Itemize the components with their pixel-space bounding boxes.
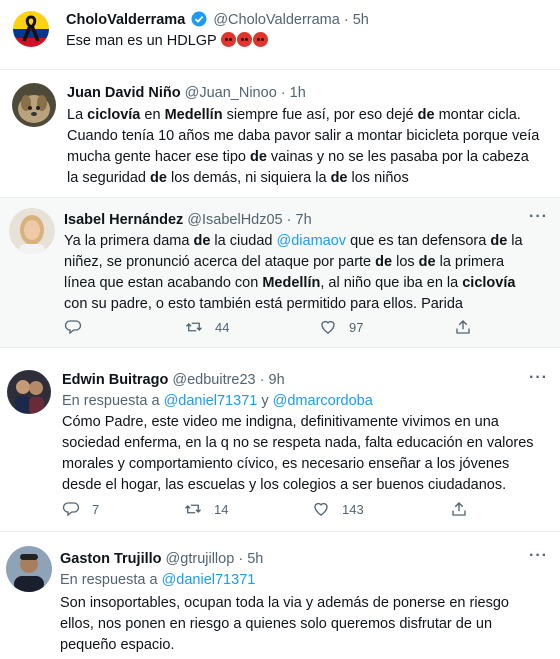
text-segment: con su padre, o esto también está permit…	[64, 296, 463, 312]
text-segment: los demás, ni siquiera la	[166, 170, 331, 186]
highlighted-keyword: de	[375, 254, 393, 270]
retweet-button[interactable]: 44	[185, 318, 229, 336]
text-segment: los niños	[347, 170, 409, 186]
highlighted-keyword: de	[417, 107, 435, 123]
text-segment: Ya la primera dama	[64, 233, 194, 249]
author-handle[interactable]: @IsabelHdz05	[187, 212, 282, 228]
timestamp[interactable]: 1h	[290, 85, 306, 101]
like-button[interactable]: 97	[319, 318, 363, 336]
mention-link[interactable]: @dmarcordoba	[273, 393, 373, 409]
tweet-cholovalderrama[interactable]: CholoValderrama @CholoValderrama · 5h Es…	[0, 0, 560, 70]
highlighted-keyword: ciclovía	[462, 275, 516, 291]
timestamp[interactable]: 5h	[353, 12, 369, 28]
reply-context-label: En respuesta a	[62, 393, 160, 409]
mention-link[interactable]: @daniel71371	[164, 393, 258, 409]
reply-context-label: En respuesta a	[60, 572, 158, 588]
separator-dot: ·	[238, 551, 244, 567]
man-portrait-icon	[6, 546, 52, 592]
share-icon	[456, 320, 470, 334]
text-segment: siempre fue así, por eso dejé	[222, 107, 418, 123]
separator-dot: ·	[280, 85, 286, 101]
retweet-count: 14	[214, 501, 229, 517]
highlighted-keyword: de	[330, 170, 348, 186]
text-segment: la ciudad	[210, 233, 277, 249]
reply-context-join: y	[261, 393, 269, 409]
highlighted-keyword: de	[418, 254, 436, 270]
reply-button[interactable]	[64, 318, 94, 336]
more-options-icon[interactable]: ···	[529, 208, 548, 226]
author-handle[interactable]: @Juan_Ninoo	[185, 85, 277, 101]
retweet-count: 44	[215, 319, 230, 335]
like-count: 143	[342, 501, 364, 517]
avatar[interactable]	[9, 208, 55, 254]
tweet-text: Son insoportables, ocupan toda la via y …	[60, 595, 509, 653]
retweet-button[interactable]: 14	[184, 500, 228, 518]
author-handle[interactable]: @gtrujillop	[166, 551, 235, 567]
text-segment: , al niño que iba en la	[320, 275, 463, 291]
pouting-face-icon	[221, 32, 237, 47]
highlighted-keyword: de	[490, 233, 508, 249]
text-segment: La	[67, 107, 88, 123]
share-button[interactable]	[454, 318, 472, 336]
tweet-text: Ese man es un HDLGP	[66, 33, 217, 49]
woman-portrait-icon	[9, 208, 55, 254]
author-handle[interactable]: @CholoValderrama	[213, 12, 339, 28]
reply-count: 7	[92, 501, 100, 517]
timestamp[interactable]: 7h	[296, 212, 312, 228]
author-name[interactable]: Gaston Trujillo	[60, 551, 162, 567]
highlighted-keyword: Medellín	[164, 107, 223, 123]
retweet-icon	[185, 504, 201, 514]
timestamp[interactable]: 5h	[247, 551, 263, 567]
heart-icon	[314, 502, 328, 516]
dog-photo-icon	[12, 83, 56, 127]
separator-dot: ·	[286, 212, 292, 228]
author-name[interactable]: CholoValderrama	[66, 12, 185, 28]
tweet-isabel-hernandez[interactable]: Isabel Hernández @IsabelHdz05 · 7h ··· Y…	[0, 198, 560, 348]
reply-button[interactable]: 7	[62, 500, 99, 518]
like-button[interactable]: 143	[312, 500, 364, 518]
share-icon	[452, 502, 466, 516]
tweet-juan-david-nino[interactable]: Juan David Niño @Juan_Ninoo · 1h La cicl…	[0, 70, 560, 198]
tweet-edwin-buitrago[interactable]: Edwin Buitrago @edbuitre23 · 9h ··· En r…	[0, 348, 560, 532]
highlighted-keyword: de	[150, 170, 167, 186]
like-count: 97	[349, 319, 364, 335]
highlighted-keyword: de	[249, 149, 267, 165]
author-name[interactable]: Edwin Buitrago	[62, 372, 168, 388]
highlighted-keyword: ciclovía	[87, 107, 141, 123]
pouting-face-icon	[237, 32, 253, 47]
tweet-text: Ya la primera dama de la ciudad @diamaov…	[64, 231, 534, 315]
more-options-icon[interactable]: ···	[529, 547, 548, 565]
mention-link[interactable]: @diamaov	[277, 233, 347, 249]
tweet-text: Cómo Padre, este video me indigna, defin…	[62, 414, 534, 493]
text-segment: que es tan defensora	[346, 233, 491, 249]
reply-icon	[64, 320, 82, 335]
highlighted-keyword: de	[193, 233, 211, 249]
text-segment: en	[140, 107, 165, 123]
more-options-icon[interactable]: ···	[529, 369, 548, 387]
avatar[interactable]	[7, 370, 51, 414]
avatar[interactable]	[6, 546, 52, 592]
avatar[interactable]	[13, 11, 49, 47]
separator-dot: ·	[343, 12, 349, 28]
highlighted-keyword: Medellín	[262, 275, 321, 291]
author-name[interactable]: Juan David Niño	[67, 85, 181, 101]
avatar[interactable]	[12, 83, 56, 127]
text-segment: los	[392, 254, 419, 270]
share-button[interactable]	[450, 500, 468, 518]
author-name[interactable]: Isabel Hernández	[64, 212, 183, 228]
mention-link[interactable]: @daniel71371	[162, 572, 256, 588]
timestamp[interactable]: 9h	[269, 372, 285, 388]
heart-icon	[321, 320, 335, 334]
verified-badge-icon	[191, 11, 207, 27]
author-handle[interactable]: @edbuitre23	[172, 372, 255, 388]
tweet-text: La ciclovía en Medellín siempre fue así,…	[67, 105, 542, 189]
reply-icon	[62, 502, 80, 517]
retweet-icon	[186, 322, 202, 332]
tweet-gaston-trujillo[interactable]: Gaston Trujillo @gtrujillop · 5h ··· En …	[0, 532, 560, 659]
couple-photo-icon	[7, 370, 51, 414]
separator-dot: ·	[259, 372, 265, 388]
pouting-face-icon	[253, 32, 269, 47]
colombia-flag-mourning-ribbon-icon	[13, 11, 49, 47]
